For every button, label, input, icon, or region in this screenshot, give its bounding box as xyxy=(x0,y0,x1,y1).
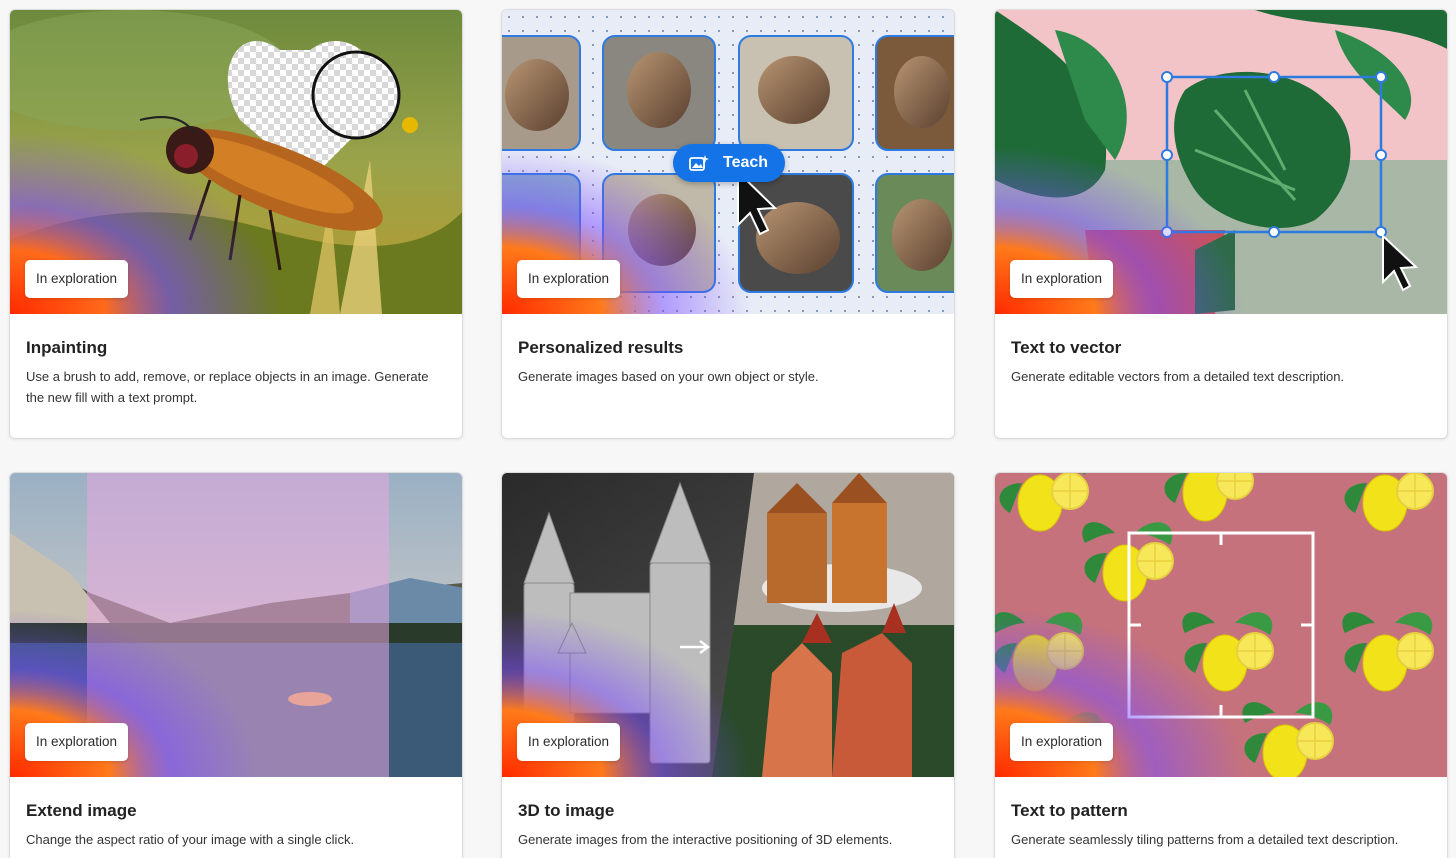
status-badge: In exploration xyxy=(517,723,621,761)
teach-button-label: Teach xyxy=(723,154,769,171)
card-personalized-results[interactable]: Teach In exploration Personalized result… xyxy=(501,9,955,439)
status-badge: In exploration xyxy=(25,260,129,298)
card-text-to-pattern[interactable]: In exploration Text to pattern Generate … xyxy=(994,472,1448,858)
card-description: Change the aspect ratio of your image wi… xyxy=(26,832,355,847)
card-description: Use a brush to add, remove, or replace o… xyxy=(26,369,429,405)
card-description: Generate seamlessly tiling patterns from… xyxy=(1011,832,1399,847)
card-description: Generate images based on your own object… xyxy=(518,369,819,384)
text-to-vector-image: In exploration xyxy=(995,10,1447,314)
feature-grid: In exploration Inpainting Use a brush to… xyxy=(0,0,1456,858)
card-title: Personalized results xyxy=(518,338,684,357)
card-title: Text to pattern xyxy=(1011,801,1128,820)
card-inpainting[interactable]: In exploration Inpainting Use a brush to… xyxy=(9,9,463,439)
inpainting-image: In exploration xyxy=(10,10,462,314)
teach-button[interactable]: Teach xyxy=(673,144,785,182)
card-title: 3D to image xyxy=(518,801,615,820)
personalized-results-image: Teach In exploration xyxy=(502,10,954,314)
card-title: Text to vector xyxy=(1011,338,1122,357)
status-badge: In exploration xyxy=(1010,723,1114,761)
status-badge: In exploration xyxy=(517,260,621,298)
card-description: Generate images from the interactive pos… xyxy=(518,832,893,847)
status-badge: In exploration xyxy=(25,723,129,761)
extend-image-image: In exploration xyxy=(10,473,462,777)
card-title: Extend image xyxy=(26,801,137,820)
card-description: Generate editable vectors from a detaile… xyxy=(1011,369,1345,384)
image-sparkle-icon xyxy=(689,155,709,171)
3d-to-image-image: In exploration xyxy=(502,473,954,777)
text-to-pattern-image: In exploration xyxy=(995,473,1447,777)
card-text-to-vector[interactable]: In exploration Text to vector Generate e… xyxy=(994,9,1448,439)
card-extend-image[interactable]: In exploration Extend image Change the a… xyxy=(9,472,463,858)
card-title: Inpainting xyxy=(26,338,108,357)
status-badge: In exploration xyxy=(1010,260,1114,298)
card-3d-to-image[interactable]: In exploration 3D to image Generate imag… xyxy=(501,472,955,858)
